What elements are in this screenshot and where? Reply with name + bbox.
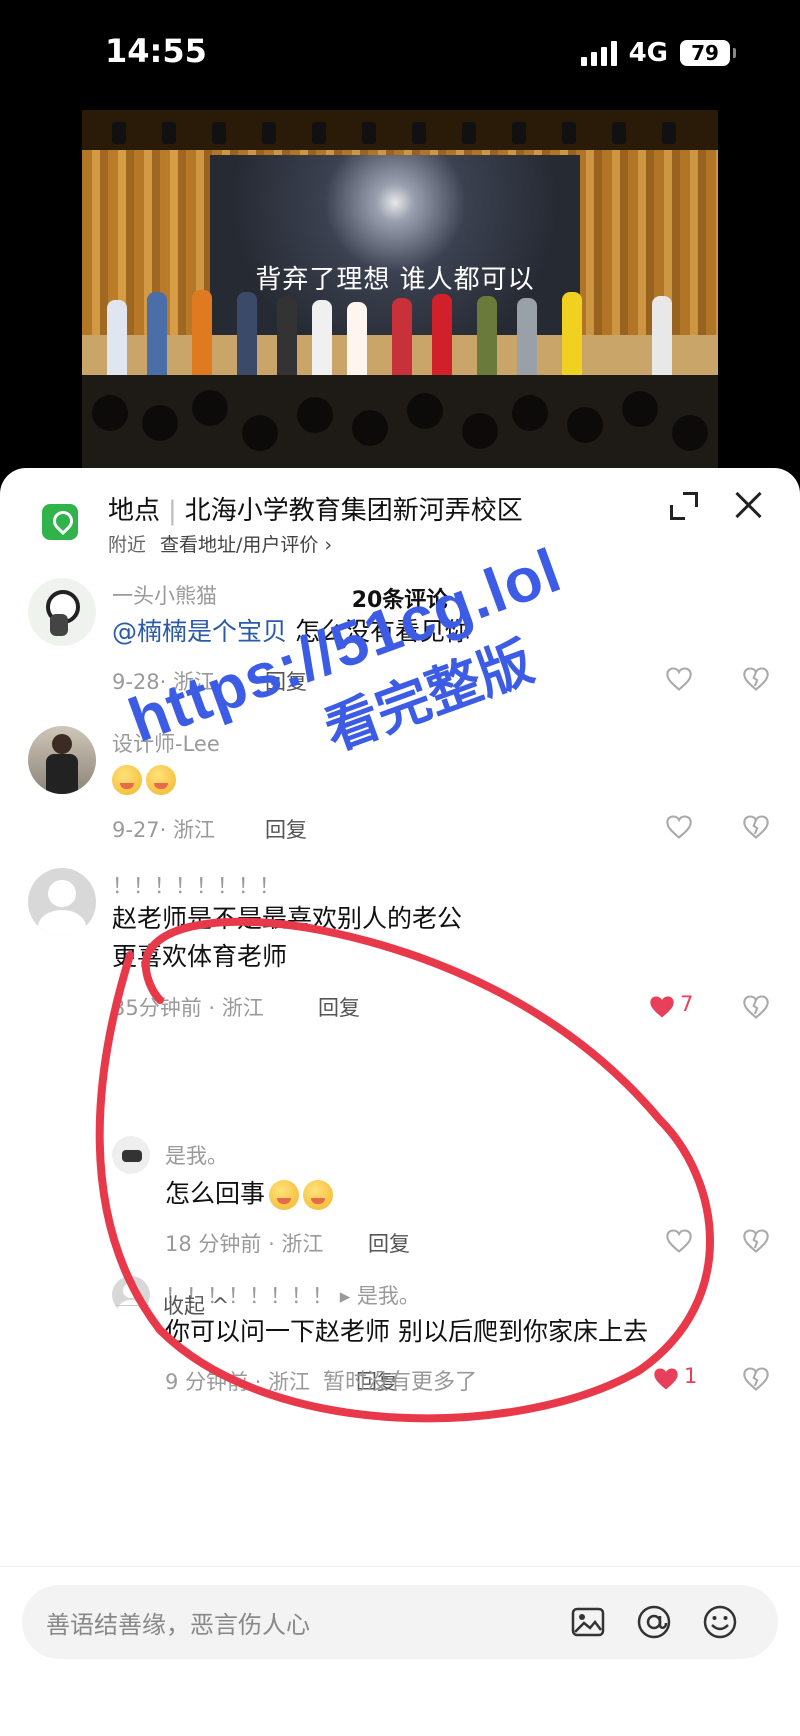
comment-input-bar: 善语结善缘，恶言伤人心 [0,1566,800,1736]
location-subtitle: 附近 查看地址/用户评价 › [108,530,332,557]
comment-username[interactable]: ！！！！！！！！ [112,870,280,900]
dislike-heart-icon[interactable] [742,994,770,1020]
view-address-link[interactable]: 查看地址/用户评价 › [160,534,332,556]
comment-input[interactable]: 善语结善缘，恶言伤人心 [22,1585,778,1659]
dislike-heart-icon[interactable] [742,1228,770,1254]
heart-icon [666,1229,692,1253]
like-button[interactable] [665,1228,695,1256]
reply-text: 怎么回事 [165,1175,337,1213]
comment-meta: 35分钟前 · 浙江 [112,996,264,1020]
comment-text: @楠楠是个宝贝 怎么没有看见你 [112,617,470,646]
location-label: 地点 [108,496,161,526]
heart-icon [666,667,692,691]
no-more-text: 暂时没有更多了 [322,1370,477,1395]
comment-text: 更喜欢体育老师 [112,942,288,971]
at-icon[interactable] [636,1604,672,1640]
stage-lights [82,110,718,150]
image-icon[interactable] [570,1604,606,1640]
reply-button[interactable]: 回复 [318,992,360,1022]
avatar[interactable] [28,726,96,794]
status-bar: 14:55 4G 79 [0,0,800,105]
like-count: 7 [680,992,694,1016]
location-pin-icon [42,504,78,540]
status-indicators: 4G 79 [580,38,736,68]
comment-meta: 9-28· 浙江 [112,670,216,694]
emoji-icon [303,1180,334,1210]
heart-icon [650,996,674,1018]
comment-meta: 9-27· 浙江 [112,818,216,842]
reply-button[interactable]: 回复 [265,666,307,696]
reply-button[interactable]: 回复 [265,814,307,844]
status-time: 14:55 [105,32,207,70]
avatar[interactable] [28,578,96,646]
avatar[interactable] [28,868,96,936]
like-button[interactable] [665,666,695,694]
reply-button[interactable]: 回复 [368,1228,410,1258]
reply-text: 你可以问一下赵老师 别以后爬到你家床上去 [165,1317,648,1346]
battery-icon: 79 [680,40,736,66]
like-button[interactable]: 7 [648,992,693,1022]
location-name: 北海小学教育集团新河弄校区 [184,496,523,526]
dislike-heart-icon[interactable] [742,666,770,692]
like-button[interactable] [665,814,695,842]
comment-input-placeholder: 善语结善缘，恶言伤人心 [46,1611,310,1639]
comment-username[interactable]: 设计师-Lee [112,728,220,758]
network-type: 4G [628,38,668,68]
collapse-replies-button[interactable]: 收起 ^ [115,1290,229,1320]
close-icon[interactable] [732,488,766,522]
dislike-heart-icon[interactable] [742,814,770,840]
heart-icon [666,815,692,839]
reply-username[interactable]: 是我。 [165,1140,228,1170]
collapse-label: 收起 ^ [163,1294,230,1318]
location-nearby: 附近 [108,534,147,556]
comment-sheet: 地点 | 北海小学教育集团新河弄校区 附近 查看地址/用户评价 › 20条评论 一头小… [0,468,800,1736]
performers [92,270,708,380]
location-bar[interactable]: 地点 | 北海小学教育集团新河弄校区 附近 查看地址/用户评价 › [0,468,800,568]
signal-icon [580,40,617,66]
audience [82,375,718,470]
emoji-icon [146,765,176,795]
comment-text [112,760,180,798]
location-title[interactable]: 地点 | 北海小学教育集团新河弄校区 [108,490,523,527]
expand-icon[interactable] [668,490,700,522]
emoji-icon [269,1180,300,1210]
comment-text: 赵老师是不是最喜欢别人的老公 [112,904,463,933]
emoji-icon [112,765,142,795]
mention-link[interactable]: @楠楠是个宝贝 [112,617,287,646]
video-player[interactable]: 背弃了理想 谁人都可以 [82,110,718,470]
reply-meta: 18 分钟前 · 浙江 [165,1232,324,1256]
emoji-icon[interactable] [702,1604,738,1640]
avatar[interactable] [112,1136,150,1174]
comment-username[interactable]: 一头小熊猫 [112,580,217,610]
